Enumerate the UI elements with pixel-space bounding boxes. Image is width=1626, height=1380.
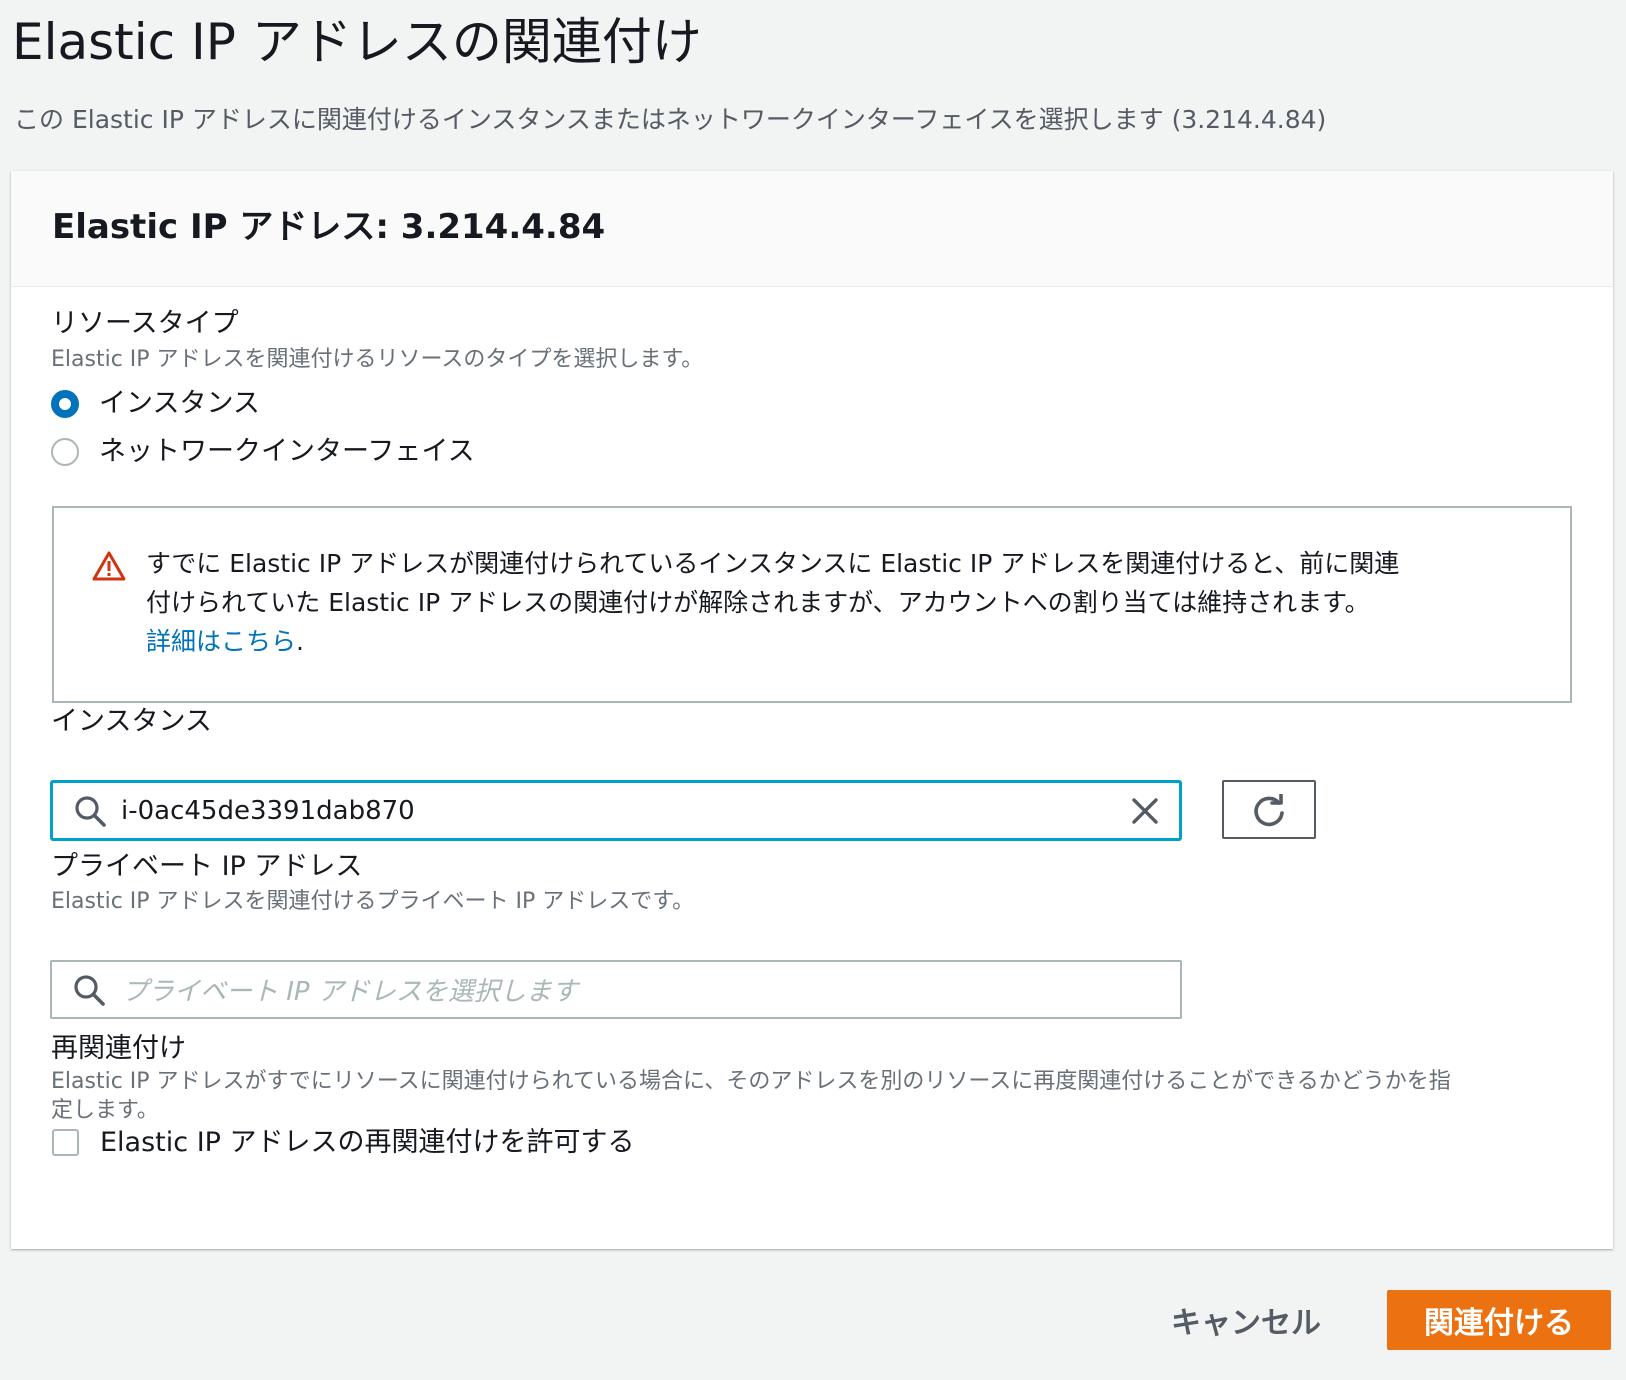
- warning-line-1: すでに Elastic IP アドレスが関連付けられているインスタンスに Ela…: [146, 549, 1400, 578]
- search-icon: [74, 974, 105, 1006]
- radio-instance-label[interactable]: インスタンス: [99, 384, 260, 424]
- association-panel: Elastic IP アドレス: 3.214.4.84 リソースタイプ Elas…: [11, 171, 1613, 1249]
- resource-type-description: Elastic IP アドレスを関連付けるリソースのタイプを選択します。: [51, 347, 704, 372]
- allow-reassociation-label[interactable]: Elastic IP アドレスの再関連付けを許可する: [100, 1123, 635, 1163]
- panel-title: Elastic IP アドレス: 3.214.4.84: [52, 207, 606, 247]
- private-ip-label: プライベート IP アドレス: [51, 851, 363, 882]
- page-title: Elastic IP アドレスの関連付け: [12, 13, 702, 71]
- associate-button[interactable]: 関連付ける: [1387, 1290, 1611, 1350]
- allow-reassociation-checkbox[interactable]: [52, 1129, 79, 1156]
- warning-alert: すでに Elastic IP アドレスが関連付けられているインスタンスに Ela…: [52, 506, 1572, 703]
- link-suffix: .: [296, 627, 304, 656]
- page-description: この Elastic IP アドレスに関連付けるインスタンスまたはネットワークイ…: [14, 105, 1327, 134]
- instance-search-input[interactable]: i-0ac45de3391dab870: [50, 780, 1182, 841]
- reassociation-label: 再関連付け: [51, 1033, 186, 1064]
- reassociation-description-line-1: Elastic IP アドレスがすでにリソースに関連付けられている場合に、そのア…: [51, 1069, 1451, 1094]
- warning-line-2: 付けられていた Elastic IP アドレスの関連付けが解除されますが、アカウ…: [146, 588, 1370, 617]
- reassociation-description-line-2: 定します。: [51, 1098, 159, 1123]
- search-icon: [75, 795, 106, 827]
- refresh-button[interactable]: [1222, 780, 1316, 839]
- instance-input-value[interactable]: i-0ac45de3391dab870: [121, 783, 415, 838]
- resource-type-label: リソースタイプ: [51, 308, 239, 339]
- warning-message: すでに Elastic IP アドレスが関連付けられているインスタンスに Ela…: [146, 544, 1506, 661]
- cancel-button[interactable]: キャンセル: [1166, 1290, 1326, 1350]
- panel-header: Elastic IP アドレス: 3.214.4.84: [11, 171, 1613, 287]
- radio-instance[interactable]: [51, 390, 79, 418]
- warning-icon: [92, 551, 126, 581]
- radio-network-interface-label[interactable]: ネットワークインターフェイス: [99, 432, 475, 472]
- refresh-icon: [1254, 794, 1284, 827]
- learn-more-link[interactable]: 詳細はこちら: [146, 627, 296, 656]
- close-icon[interactable]: [1127, 793, 1163, 829]
- private-ip-description: Elastic IP アドレスを関連付けるプライベート IP アドレスです。: [51, 889, 695, 914]
- radio-network-interface[interactable]: [51, 438, 79, 466]
- private-ip-search-input[interactable]: プライベート IP アドレスを選択します: [50, 960, 1182, 1019]
- private-ip-placeholder[interactable]: プライベート IP アドレスを選択します: [122, 962, 578, 1017]
- instance-label: インスタンス: [51, 706, 212, 737]
